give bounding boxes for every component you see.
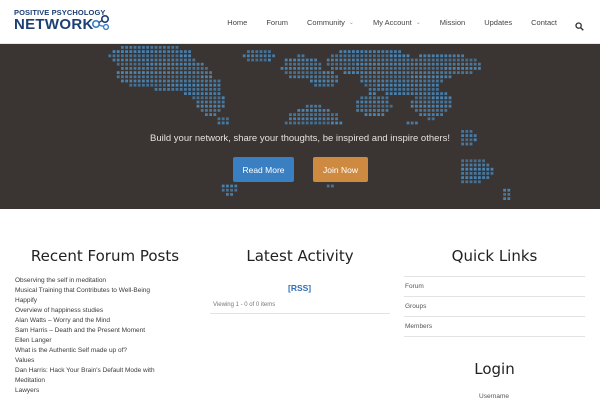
nav-my-account-label: My Account — [372, 17, 412, 27]
activity-section-title: Latest Activity — [246, 247, 354, 265]
forum-post-link[interactable]: Ellen Langer — [15, 336, 195, 346]
forum-section-title: Recent Forum Posts — [30, 247, 180, 265]
forum-post-link[interactable]: Happify — [15, 296, 195, 306]
forum-post-link[interactable]: What is the Authentic Self made up of? — [15, 346, 195, 356]
forum-post-link[interactable]: Musical Training that Contributes to Wel… — [15, 286, 195, 296]
nav-home-label: Home — [227, 17, 248, 27]
network-logo-icon — [91, 15, 110, 31]
nav-mission[interactable]: Mission — [440, 18, 465, 27]
quick-link-forum[interactable]: Forum — [404, 277, 585, 297]
nav-my-account[interactable]: My Account ⌄ — [373, 18, 421, 27]
nav-community-label: Community — [306, 17, 345, 27]
quick-link-groups[interactable]: Groups — [404, 297, 585, 317]
forum-post-list: Observing the self in meditation Musical… — [15, 276, 195, 396]
forum-post-link[interactable]: Alan Watts – Worry and the Mind — [15, 316, 195, 326]
site-logo[interactable]: POSITIVE PSYCHOLOGY NETWORK — [14, 8, 114, 36]
main-nav: Home Forum Community ⌄ My Account ⌄ Missio… — [208, 0, 584, 44]
nav-updates-label: Updates — [484, 17, 513, 27]
forum-post-link[interactable]: Lawyers — [15, 386, 195, 396]
nav-community[interactable]: Community ⌄ — [307, 18, 354, 27]
quick-link-members[interactable]: Members — [404, 317, 585, 337]
hero-tagline: Build your network, share your thoughts,… — [150, 133, 450, 144]
hero-banner: Build your network, share your thoughts,… — [0, 44, 600, 209]
chevron-down-icon: ⌄ — [415, 19, 421, 26]
nav-mission-label: Mission — [439, 17, 466, 27]
forum-post-link[interactable]: Dan Harris: Hack Your Brain's Default Mo… — [15, 366, 195, 376]
search-icon[interactable] — [575, 18, 584, 31]
forum-post-link[interactable]: Overview of happiness studies — [15, 306, 195, 316]
forum-post-link[interactable]: Observing the self in meditation — [15, 276, 195, 286]
quick-links-title: Quick Links — [451, 247, 538, 265]
login-title: Login — [474, 360, 515, 378]
activity-count: Viewing 1 - 0 of 0 items — [213, 302, 276, 308]
nav-forum[interactable]: Forum — [266, 18, 288, 27]
divider — [210, 313, 390, 314]
join-now-button[interactable]: Join Now — [313, 157, 368, 182]
read-more-button[interactable]: Read More — [233, 157, 294, 182]
nav-home[interactable]: Home — [227, 18, 247, 27]
rss-link[interactable]: [RSS] — [288, 283, 311, 293]
nav-forum-label: Forum — [266, 17, 288, 27]
world-map-image — [108, 46, 511, 200]
forum-post-link[interactable]: Meditation — [15, 376, 195, 386]
logo-line-2: NETWORK — [14, 16, 94, 33]
nav-contact[interactable]: Contact — [531, 18, 557, 27]
username-label: Username — [479, 393, 509, 400]
site-header: POSITIVE PSYCHOLOGY NETWORK Home Forum C… — [0, 0, 600, 44]
chevron-down-icon: ⌄ — [348, 19, 354, 26]
quick-links-list: Forum Groups Members — [404, 276, 585, 337]
forum-post-link[interactable]: Values — [15, 356, 195, 366]
nav-updates[interactable]: Updates — [484, 18, 512, 27]
nav-contact-label: Contact — [531, 17, 557, 27]
forum-post-link[interactable]: Sam Harris – Death and the Present Momen… — [15, 326, 195, 336]
